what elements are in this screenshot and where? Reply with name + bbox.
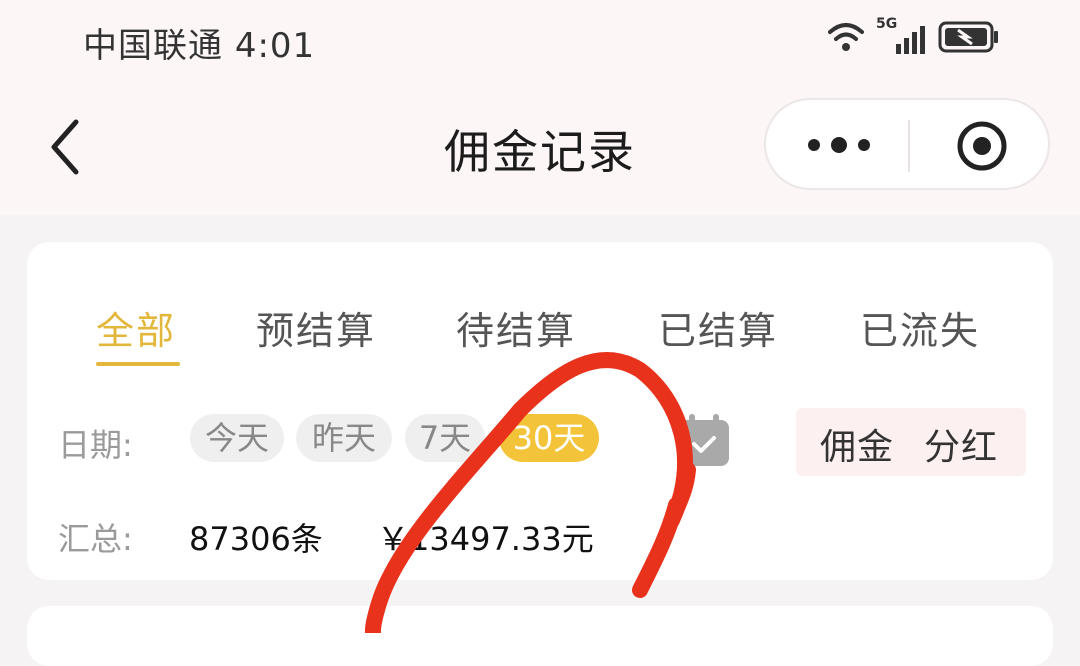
status-bar: 中国联通 4:01 5G (0, 0, 1080, 80)
network-type: 5G (876, 16, 898, 32)
wifi-icon (828, 23, 864, 51)
signal-icon: 5G (876, 16, 928, 54)
mini-program-capsule (764, 98, 1050, 190)
tab-all[interactable]: 全部 (96, 300, 176, 355)
status-tabs: 全部 预结算 待结算 已结算 已流失 (27, 300, 1053, 370)
tab-pending-settle[interactable]: 待结算 (456, 300, 576, 355)
summary-amount: ￥13497.33元 (377, 520, 594, 558)
date-chip-today[interactable]: 今天 (190, 414, 284, 462)
carrier-time: 中国联通 4:01 (83, 18, 315, 67)
date-chip-yesterday[interactable]: 昨天 (296, 414, 392, 462)
carrier-label: 中国联通 (83, 26, 223, 66)
close-target-icon[interactable] (956, 120, 1008, 172)
tab-settled[interactable]: 已结算 (658, 300, 778, 355)
summary-count: 87306条 (189, 520, 323, 558)
active-tab-underline (96, 362, 180, 366)
tab-pre-settle[interactable]: 预结算 (256, 300, 376, 355)
battery-icon (938, 21, 998, 53)
type-toggle: 佣金 分红 (796, 408, 1026, 476)
more-icon[interactable] (804, 126, 874, 164)
filter-card: 全部 预结算 待结算 已结算 已流失 日期: 今天 昨天 7天 30天 佣金 分… (27, 242, 1053, 580)
capsule-divider (908, 120, 910, 172)
toggle-dividend[interactable]: 分红 (924, 418, 998, 470)
status-icons: 5G (826, 16, 1000, 54)
nav-bar: 佣金记录 (0, 80, 1080, 215)
date-chip-30days[interactable]: 30天 (499, 414, 599, 462)
date-label: 日期: (58, 426, 133, 464)
records-list-card (27, 606, 1053, 666)
toggle-commission[interactable]: 佣金 (820, 418, 894, 470)
tab-lost[interactable]: 已流失 (860, 300, 980, 355)
calendar-icon[interactable] (677, 414, 731, 468)
summary-label: 汇总: (58, 520, 133, 558)
clock: 4:01 (234, 26, 316, 66)
date-chip-7days[interactable]: 7天 (405, 414, 485, 462)
